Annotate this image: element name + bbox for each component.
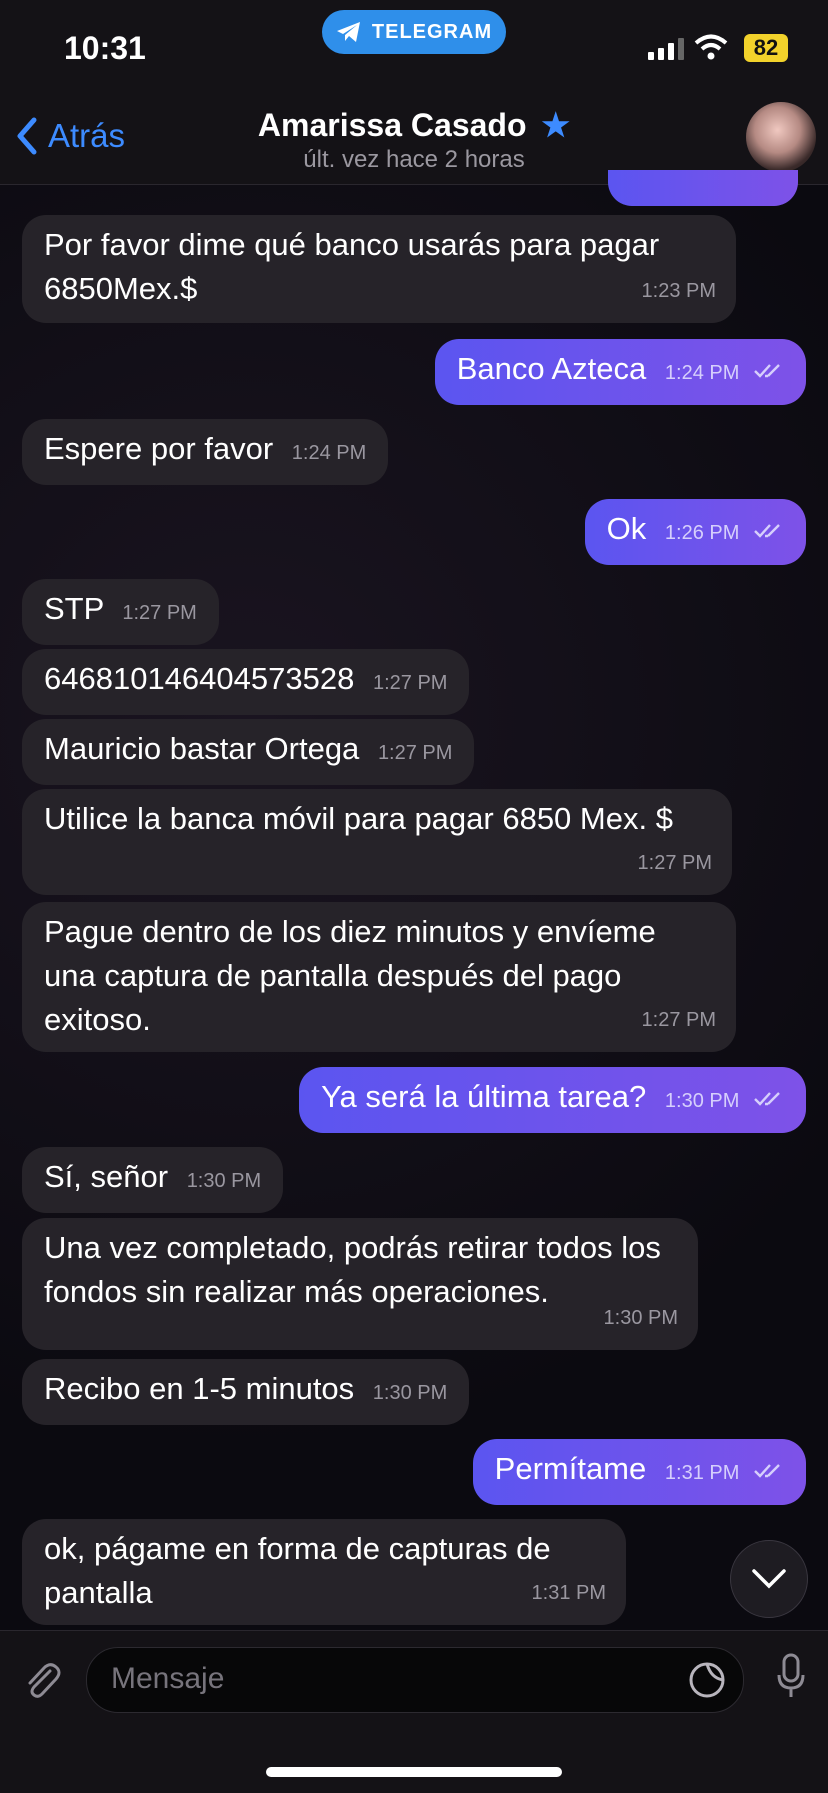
paperclip-icon[interactable] bbox=[20, 1659, 64, 1703]
message-time: 1:24 PM bbox=[664, 362, 740, 384]
message-time: 1:27 PM bbox=[122, 602, 197, 624]
message-text: Ok bbox=[606, 511, 647, 546]
message-time: 1:31 PM bbox=[664, 1462, 740, 1484]
message-bubble-incoming[interactable]: Utilice la banca móvil para pagar 6850 M… bbox=[22, 789, 732, 895]
message-text: Espere por favor bbox=[44, 431, 274, 466]
message-text: Permítame bbox=[494, 1451, 647, 1486]
contact-name-row[interactable]: Amarissa Casado ★ bbox=[0, 106, 828, 144]
message-bubble-incoming[interactable]: Recibo en 1-5 minutos 1:30 PM bbox=[22, 1359, 470, 1425]
message-bubble-incoming[interactable]: ok, págame en forma de capturas de panta… bbox=[22, 1519, 626, 1625]
double-check-icon bbox=[754, 347, 784, 391]
status-time: 10:31 bbox=[64, 30, 146, 66]
message-text: Recibo en 1-5 minutos bbox=[44, 1371, 355, 1406]
message-bubble-incoming[interactable]: Pague dentro de los diez minutos y envíe… bbox=[22, 902, 736, 1052]
scroll-to-bottom-button[interactable] bbox=[730, 1540, 808, 1618]
home-indicator bbox=[266, 1767, 562, 1777]
chevron-down-icon bbox=[752, 1569, 786, 1589]
message-bubble-incoming[interactable]: Espere por favor 1:24 PM bbox=[22, 419, 389, 485]
message-bubble-outgoing[interactable]: Ya será la última tarea? 1:30 PM bbox=[299, 1067, 806, 1133]
message-time: 1:31 PM bbox=[531, 1582, 606, 1604]
contact-avatar[interactable] bbox=[746, 102, 816, 172]
battery-indicator: 82 bbox=[744, 34, 788, 62]
message-time: 1:27 PM bbox=[372, 672, 448, 694]
message-time: 1:30 PM bbox=[603, 1307, 678, 1329]
message-time: 1:30 PM bbox=[664, 1090, 740, 1112]
microphone-icon[interactable] bbox=[776, 1653, 806, 1699]
message-text: Por favor dime qué banco usarás para pag… bbox=[44, 227, 660, 306]
telegram-return-pill[interactable]: TELEGRAM bbox=[322, 10, 506, 54]
contact-name: Amarissa Casado bbox=[257, 107, 527, 143]
message-bubble-incoming[interactable]: Una vez completado, podrás retirar todos… bbox=[22, 1218, 698, 1350]
message-time: 1:27 PM bbox=[637, 852, 712, 874]
message-bubble-incoming[interactable]: Mauricio bastar Ortega 1:27 PM bbox=[22, 719, 475, 785]
message-bubble-incoming[interactable]: 646810146404573528 1:27 PM bbox=[22, 649, 470, 715]
message-bubble-outgoing[interactable]: Banco Azteca 1:24 PM bbox=[434, 339, 806, 405]
message-bubble-incoming[interactable]: Por favor dime qué banco usarás para pag… bbox=[22, 215, 736, 323]
message-text: ok, págame en forma de capturas de panta… bbox=[44, 1531, 551, 1610]
message-text: Pague dentro de los diez minutos y envíe… bbox=[44, 914, 656, 1037]
status-bar: 10:31 TELEGRAM 82 bbox=[0, 0, 828, 100]
message-time: 1:27 PM bbox=[377, 742, 453, 764]
message-composer: Mensaje bbox=[0, 1630, 828, 1793]
message-bubble-incoming[interactable]: Sí, señor 1:30 PM bbox=[22, 1147, 284, 1213]
message-bubble-incoming[interactable]: STP 1:27 PM bbox=[22, 579, 219, 645]
partial-message-bubble bbox=[608, 170, 798, 206]
message-text: Ya será la última tarea? bbox=[321, 1079, 647, 1114]
telegram-plane-icon bbox=[336, 22, 360, 42]
message-text: Utilice la banca móvil para pagar 6850 M… bbox=[44, 801, 673, 836]
message-text: Sí, señor bbox=[44, 1159, 169, 1194]
double-check-icon bbox=[754, 507, 784, 551]
message-text: STP bbox=[44, 591, 104, 626]
message-bubble-outgoing[interactable]: Permítame 1:31 PM bbox=[472, 1439, 806, 1505]
message-time: 1:23 PM bbox=[641, 280, 716, 302]
message-text: Mauricio bastar Ortega bbox=[44, 731, 360, 766]
telegram-pill-label: TELEGRAM bbox=[371, 20, 493, 43]
message-time: 1:30 PM bbox=[372, 1382, 448, 1404]
star-icon: ★ bbox=[541, 107, 571, 143]
double-check-icon bbox=[754, 1075, 784, 1119]
message-time: 1:24 PM bbox=[291, 442, 367, 464]
message-time: 1:26 PM bbox=[664, 522, 740, 544]
message-text: Una vez completado, podrás retirar todos… bbox=[44, 1230, 661, 1309]
wifi-icon bbox=[694, 34, 728, 60]
double-check-icon bbox=[754, 1447, 784, 1491]
signal-icon bbox=[648, 38, 684, 60]
message-input[interactable]: Mensaje bbox=[86, 1647, 744, 1713]
sticker-icon[interactable] bbox=[687, 1660, 727, 1700]
message-time: 1:30 PM bbox=[186, 1170, 262, 1192]
message-text: Banco Azteca bbox=[456, 351, 647, 386]
message-bubble-outgoing[interactable]: Ok 1:26 PM bbox=[584, 499, 806, 565]
message-text: 646810146404573528 bbox=[44, 661, 355, 696]
message-input-placeholder: Mensaje bbox=[111, 1662, 225, 1695]
message-time: 1:27 PM bbox=[641, 1009, 716, 1031]
